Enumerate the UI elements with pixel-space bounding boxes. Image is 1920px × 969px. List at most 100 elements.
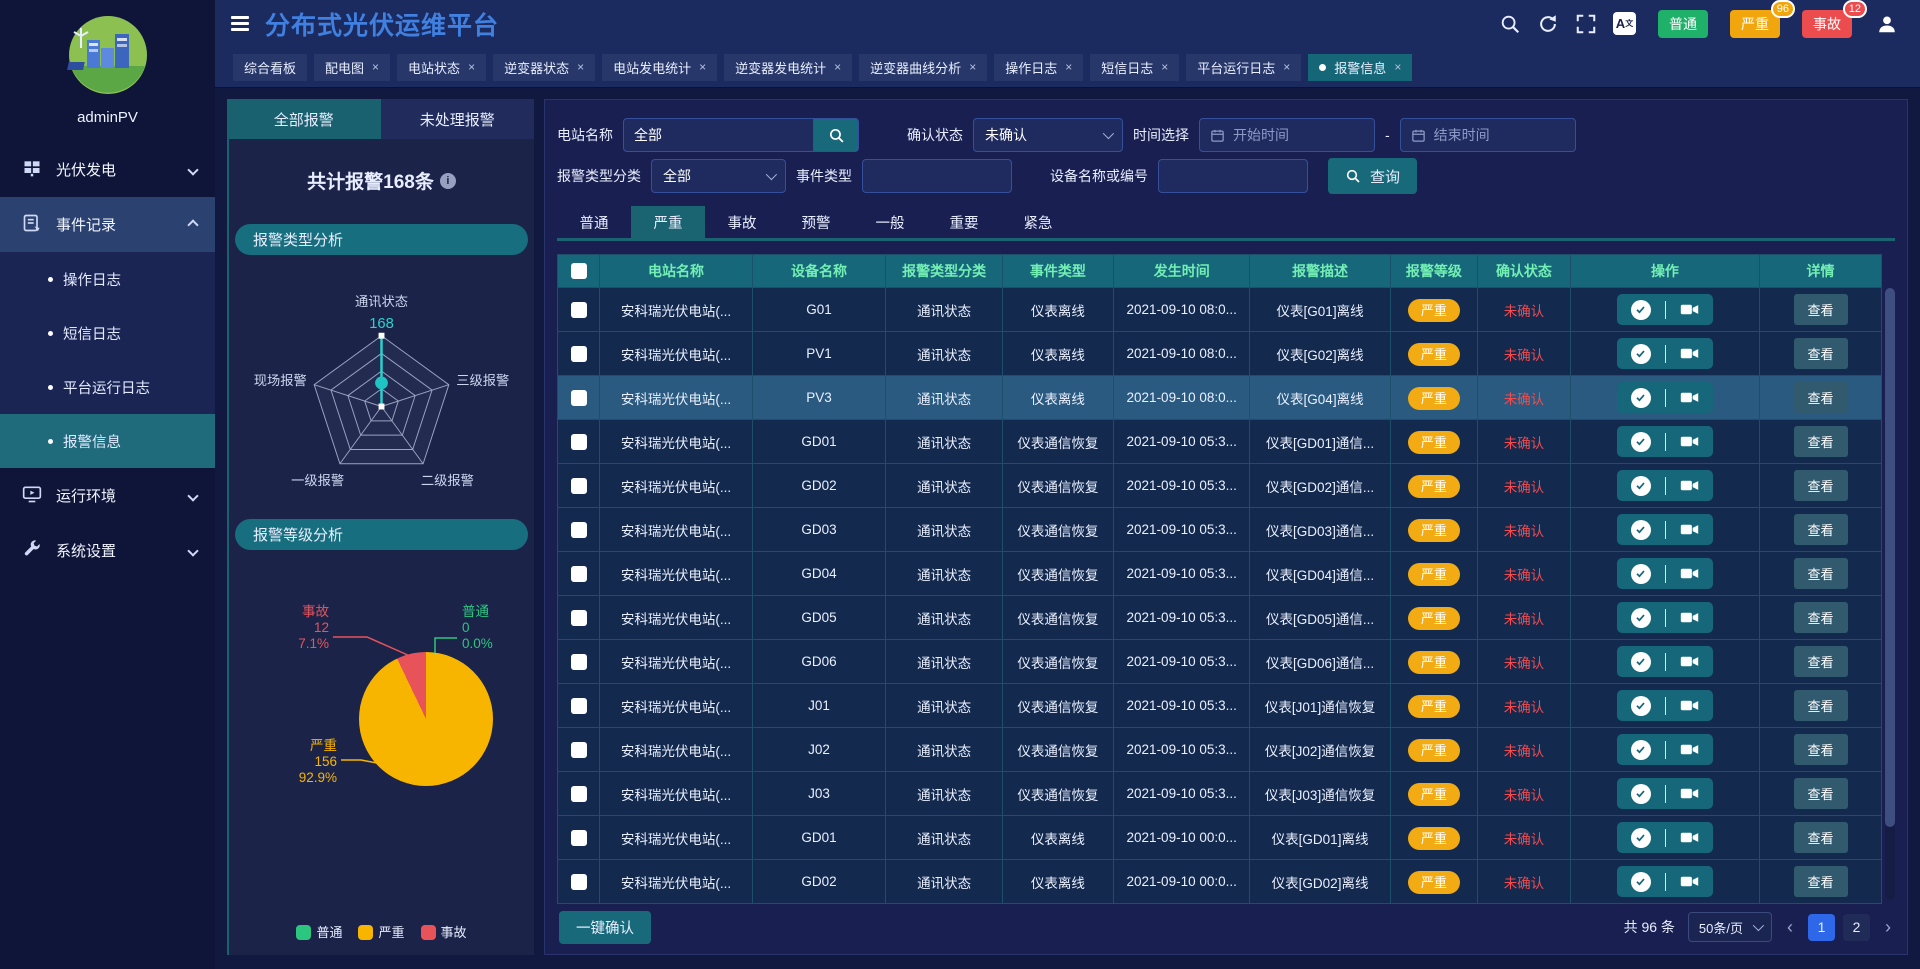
severity-tab-5[interactable]: 重要 (927, 206, 1001, 238)
video-action-button[interactable] (1680, 346, 1699, 361)
alarm-type-select[interactable]: 全部 (651, 159, 786, 193)
confirm-action-button[interactable] (1631, 300, 1651, 320)
tab-2[interactable]: 电站状态× (397, 54, 486, 81)
video-action-button[interactable] (1680, 874, 1699, 889)
tab-close-icon[interactable]: × (834, 60, 841, 74)
row-checkbox[interactable] (571, 874, 587, 890)
view-detail-button[interactable]: 查看 (1794, 558, 1848, 589)
tab-close-icon[interactable]: × (468, 60, 475, 74)
confirm-action-button[interactable] (1631, 432, 1651, 452)
scrollbar-thumb[interactable] (1885, 288, 1895, 827)
tab-unhandled-alarms[interactable]: 未处理报警 (381, 99, 535, 139)
search-icon[interactable] (1499, 13, 1521, 35)
view-detail-button[interactable]: 查看 (1794, 690, 1848, 721)
page-button-2[interactable]: 2 (1843, 914, 1870, 941)
tab-1[interactable]: 配电图× (314, 54, 390, 81)
query-button[interactable]: 查询 (1328, 158, 1417, 194)
sidebar-item-2[interactable]: 运行环境 (0, 468, 215, 523)
row-checkbox[interactable] (571, 566, 587, 582)
station-name-input[interactable] (623, 118, 813, 152)
prev-page-arrow[interactable]: ‹ (1785, 917, 1795, 938)
row-checkbox[interactable] (571, 654, 587, 670)
video-action-button[interactable] (1680, 302, 1699, 317)
tab-10[interactable]: 报警信息× (1308, 54, 1412, 81)
sidebar-item-0[interactable]: 光伏发电 (0, 142, 215, 197)
collapse-menu-icon[interactable] (231, 16, 249, 31)
event-type-input[interactable] (862, 159, 1012, 193)
view-detail-button[interactable]: 查看 (1794, 338, 1848, 369)
confirm-action-button[interactable] (1631, 696, 1651, 716)
video-action-button[interactable] (1680, 478, 1699, 493)
severity-tab-2[interactable]: 事故 (705, 206, 779, 238)
video-action-button[interactable] (1680, 830, 1699, 845)
sidebar-subitem-1[interactable]: 短信日志 (0, 306, 215, 360)
row-checkbox[interactable] (571, 742, 587, 758)
tab-close-icon[interactable]: × (1065, 60, 1072, 74)
confirm-action-button[interactable] (1631, 344, 1651, 364)
tab-8[interactable]: 短信日志× (1090, 54, 1179, 81)
translate-icon[interactable]: A文 (1613, 12, 1636, 35)
fullscreen-icon[interactable] (1575, 13, 1597, 35)
view-detail-button[interactable]: 查看 (1794, 382, 1848, 413)
video-action-button[interactable] (1680, 698, 1699, 713)
tab-close-icon[interactable]: × (1161, 60, 1168, 74)
row-checkbox[interactable] (571, 434, 587, 450)
info-icon[interactable]: i (440, 173, 456, 189)
confirm-action-button[interactable] (1631, 872, 1651, 892)
alarm-button-2[interactable]: 事故12 (1802, 10, 1852, 38)
sidebar-subitem-3[interactable]: 报警信息 (0, 414, 215, 468)
sidebar-subitem-2[interactable]: 平台运行日志 (0, 360, 215, 414)
sidebar-item-3[interactable]: 系统设置 (0, 523, 215, 578)
video-action-button[interactable] (1680, 742, 1699, 757)
row-checkbox[interactable] (571, 522, 587, 538)
view-detail-button[interactable]: 查看 (1794, 778, 1848, 809)
tab-6[interactable]: 逆变器曲线分析× (859, 54, 987, 81)
video-action-button[interactable] (1680, 654, 1699, 669)
tab-5[interactable]: 逆变器发电统计× (724, 54, 852, 81)
next-page-arrow[interactable]: › (1883, 917, 1893, 938)
start-time-input[interactable]: 开始时间 (1199, 118, 1375, 152)
alarm-button-1[interactable]: 严重96 (1730, 10, 1780, 38)
tab-9[interactable]: 平台运行日志× (1186, 54, 1301, 81)
tab-all-alarms[interactable]: 全部报警 (227, 99, 381, 139)
row-checkbox[interactable] (571, 610, 587, 626)
confirm-action-button[interactable] (1631, 388, 1651, 408)
severity-tab-1[interactable]: 严重 (631, 206, 705, 238)
confirm-action-button[interactable] (1631, 784, 1651, 804)
view-detail-button[interactable]: 查看 (1794, 426, 1848, 457)
view-detail-button[interactable]: 查看 (1794, 294, 1848, 325)
row-checkbox[interactable] (571, 346, 587, 362)
tab-4[interactable]: 电站发电统计× (602, 54, 717, 81)
video-action-button[interactable] (1680, 522, 1699, 537)
confirm-all-button[interactable]: 一键确认 (559, 911, 651, 944)
confirm-status-select[interactable]: 未确认 (973, 118, 1123, 152)
confirm-action-button[interactable] (1631, 828, 1651, 848)
table-scrollbar[interactable] (1885, 288, 1895, 900)
confirm-action-button[interactable] (1631, 652, 1651, 672)
view-detail-button[interactable]: 查看 (1794, 866, 1848, 897)
tab-close-icon[interactable]: × (1394, 60, 1401, 74)
row-checkbox[interactable] (571, 302, 587, 318)
tab-7[interactable]: 操作日志× (994, 54, 1083, 81)
video-action-button[interactable] (1680, 566, 1699, 581)
row-checkbox[interactable] (571, 830, 587, 846)
confirm-action-button[interactable] (1631, 740, 1651, 760)
video-action-button[interactable] (1680, 786, 1699, 801)
user-icon[interactable] (1876, 13, 1898, 35)
row-checkbox[interactable] (571, 698, 587, 714)
view-detail-button[interactable]: 查看 (1794, 470, 1848, 501)
severity-tab-3[interactable]: 预警 (779, 206, 853, 238)
view-detail-button[interactable]: 查看 (1794, 514, 1848, 545)
severity-tab-0[interactable]: 普通 (557, 206, 631, 238)
confirm-action-button[interactable] (1631, 520, 1651, 540)
refresh-icon[interactable] (1537, 13, 1559, 35)
alarm-button-0[interactable]: 普通 (1658, 10, 1708, 38)
confirm-action-button[interactable] (1631, 564, 1651, 584)
page-size-select[interactable]: 50条/页 (1688, 912, 1772, 942)
severity-tab-4[interactable]: 一般 (853, 206, 927, 238)
confirm-action-button[interactable] (1631, 476, 1651, 496)
view-detail-button[interactable]: 查看 (1794, 602, 1848, 633)
device-name-input[interactable] (1158, 159, 1308, 193)
tab-close-icon[interactable]: × (969, 60, 976, 74)
sidebar-subitem-0[interactable]: 操作日志 (0, 252, 215, 306)
